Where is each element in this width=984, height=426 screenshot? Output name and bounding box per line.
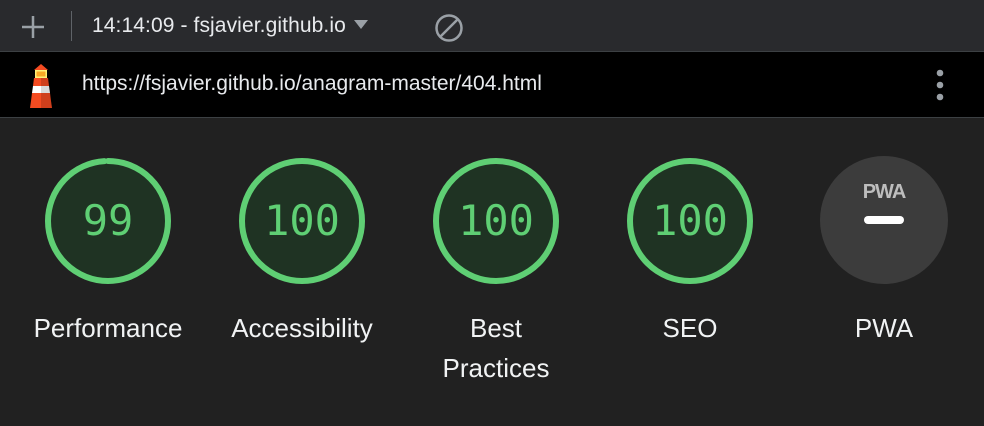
url-bar: https://fsjavier.github.io/anagram-maste…	[0, 52, 984, 118]
score-gauges: 99 Performance 100 Accessibility 100 Bes…	[0, 118, 984, 426]
gauge-label-accessibility[interactable]: Accessibility	[205, 308, 399, 348]
pwa-badge-icon[interactable]: PWA	[820, 156, 948, 284]
gauge-score: 100	[264, 196, 340, 245]
gauge-performance[interactable]: 99	[43, 156, 173, 286]
gauge-seo[interactable]: 100	[625, 156, 755, 286]
lighthouse-icon	[30, 64, 52, 108]
gauge-score: 100	[652, 196, 728, 245]
report-selector-label: 14:14:09 - fsjavier.github.io	[92, 14, 346, 37]
kebab-menu-icon[interactable]	[928, 68, 952, 102]
pwa-badge-text: PWA	[862, 181, 907, 203]
block-icon[interactable]	[433, 12, 465, 44]
caret-down-icon	[353, 19, 368, 29]
gauge-label-best-practices[interactable]: Best Practices	[399, 308, 593, 388]
gauge-score: 100	[458, 196, 534, 245]
gauge-best-practices[interactable]: 100	[431, 156, 561, 286]
pwa-dash	[864, 216, 904, 224]
toolbar-divider	[71, 11, 72, 41]
gauge-score: 99	[82, 196, 134, 245]
gauge-label-pwa[interactable]: PWA	[787, 308, 981, 348]
gauge-label-performance[interactable]: Performance	[11, 308, 205, 348]
devtools-toolbar: 14:14:09 - fsjavier.github.io	[0, 0, 984, 52]
gauge-accessibility[interactable]: 100	[237, 156, 367, 286]
plus-icon[interactable]	[18, 12, 48, 42]
gauge-label-seo[interactable]: SEO	[593, 308, 787, 348]
report-selector[interactable]: 14:14:09 - fsjavier.github.io	[92, 13, 368, 39]
report-url[interactable]: https://fsjavier.github.io/anagram-maste…	[82, 72, 542, 96]
